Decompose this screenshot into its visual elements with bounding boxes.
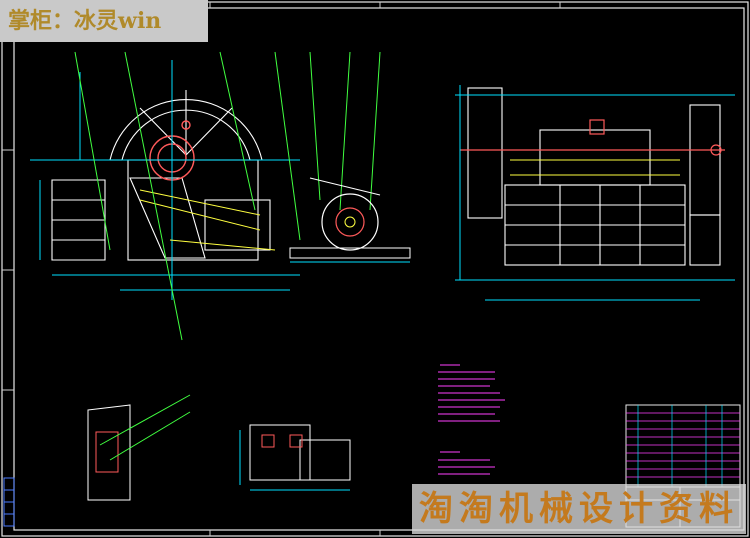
detail-view-left [87,394,191,501]
parts-list-table [625,404,741,488]
frame-tick-marks [2,2,561,536]
watermark-bottom: 淘淘机械设计资料 [412,484,746,534]
front-view-jaw-crusher [30,51,381,341]
cad-drawing-canvas [1,1,749,537]
watermark-top: 掌柜：冰灵win [0,0,208,42]
drawing-frame [1,1,749,537]
technical-notes [438,364,505,475]
detail-view-middle [239,424,351,491]
pulley-view [289,177,411,263]
left-margin-title-block [3,477,15,527]
side-view-jaw-crusher [455,85,735,301]
